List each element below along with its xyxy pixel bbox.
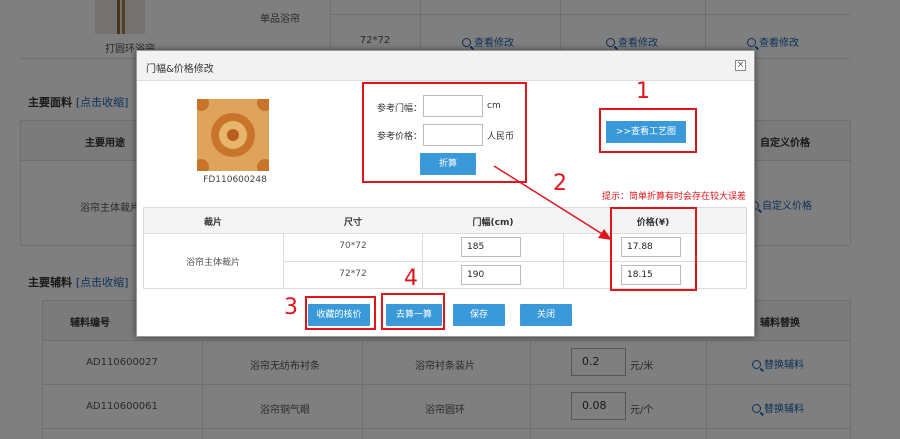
annotation-number-2: 2 [553, 171, 567, 196]
width-input[interactable]: 190 [461, 265, 521, 285]
annotation-box-prices [610, 207, 697, 291]
dialog-title: 门幅&价格修改 [146, 64, 214, 75]
fabric-swatch-image [197, 99, 269, 171]
annotation-number-1: 1 [636, 79, 650, 104]
width-input[interactable]: 185 [461, 237, 521, 257]
annotation-box-saved-price [305, 296, 376, 330]
annotation-box-ref-inputs [362, 82, 527, 183]
dialog-header: 门幅&价格修改 × [137, 51, 754, 81]
annotation-number-3: 3 [284, 295, 298, 320]
save-button[interactable]: 保存 [453, 304, 505, 326]
row-size: 70*72 [339, 241, 367, 251]
annotation-number-4: 4 [404, 266, 418, 291]
header-width: 门幅(cm) [472, 218, 514, 228]
close-icon[interactable]: × [735, 60, 746, 71]
fabric-code: FD110600248 [203, 175, 267, 185]
annotation-box-calc [381, 293, 445, 330]
header-piece: 裁片 [203, 218, 222, 228]
fabric-pattern [197, 99, 269, 171]
piece-name: 浴帘主体裁片 [185, 258, 240, 268]
close-button[interactable]: 关闭 [520, 304, 572, 326]
hint-text: 提示：简单折算有时会存在较大误差 [602, 192, 747, 202]
header-size: 尺寸 [343, 218, 362, 228]
row-size: 72*72 [339, 269, 367, 279]
annotation-box-process [599, 108, 697, 153]
